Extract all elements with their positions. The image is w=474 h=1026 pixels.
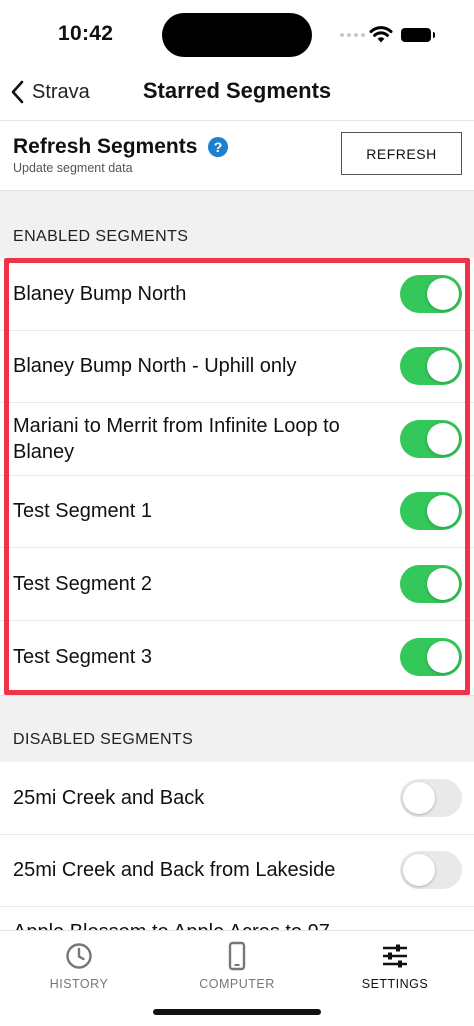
segment-toggle[interactable] xyxy=(400,492,462,531)
segment-toggle[interactable] xyxy=(400,778,462,817)
segment-label: Test Segment 2 xyxy=(13,572,152,595)
enabled-segments-header: ENABLED SEGMENTS xyxy=(13,228,189,245)
tab-settings[interactable]: SETTINGS xyxy=(316,939,474,999)
segment-label: 25mi Creek and Back xyxy=(13,786,205,809)
segment-label: Test Segment 1 xyxy=(13,500,152,523)
tab-history[interactable]: HISTORY xyxy=(0,939,158,999)
segment-toggle[interactable] xyxy=(400,274,462,313)
disabled-segments-list: 25mi Creek and Back 25mi Creek and Back … xyxy=(0,762,474,930)
segment-label: Mariani to Merrit from Infinite Loop to … xyxy=(13,414,340,463)
tab-computer[interactable]: COMPUTER xyxy=(158,939,316,999)
nav-bar: Starred Segments Strava xyxy=(0,72,474,112)
list-item: Test Segment 1 xyxy=(0,476,474,548)
segment-label: Test Segment 3 xyxy=(13,645,152,668)
list-item: Blaney Bump North - Uphill only xyxy=(0,331,474,403)
list-item: 25mi Creek and Back xyxy=(0,762,474,835)
segment-label: Blaney Bump North xyxy=(13,282,187,305)
back-button[interactable]: Strava xyxy=(10,76,90,108)
refresh-title: Refresh Segments xyxy=(13,135,198,158)
segment-label: Apple Blossom to Apple Acres to 97 xyxy=(0,919,380,930)
refresh-subtitle: Update segment data xyxy=(13,161,133,175)
tab-label: SETTINGS xyxy=(361,977,429,991)
clock-icon xyxy=(66,943,92,969)
back-label: Strava xyxy=(32,80,90,103)
help-icon[interactable]: ? xyxy=(208,137,228,157)
segment-toggle[interactable] xyxy=(400,347,462,386)
list-item: 25mi Creek and Back from Lakeside xyxy=(0,835,474,907)
enabled-section-band xyxy=(0,190,474,258)
disabled-section-band xyxy=(0,695,474,762)
segment-label: 25mi Creek and Back from Lakeside xyxy=(13,859,336,882)
sliders-icon xyxy=(383,944,407,968)
refresh-button[interactable]: REFRESH xyxy=(341,132,462,175)
tab-label: COMPUTER xyxy=(199,977,275,991)
status-time: 10:42 xyxy=(58,22,114,45)
list-item: Mariani to Merrit from Infinite Loop to … xyxy=(0,403,474,476)
chevron-left-icon xyxy=(11,80,24,104)
enabled-segments-list: Blaney Bump North Blaney Bump North - Up… xyxy=(0,258,474,695)
list-item: Test Segment 2 xyxy=(0,548,474,621)
segment-toggle[interactable] xyxy=(400,637,462,676)
list-item: Test Segment 3 xyxy=(0,621,474,694)
list-item: Blaney Bump North xyxy=(0,258,474,331)
segment-label: Blaney Bump North - Uphill only xyxy=(13,355,297,378)
status-bar: 10:42 xyxy=(0,0,474,72)
segment-toggle[interactable] xyxy=(400,419,462,458)
dynamic-island xyxy=(162,13,312,57)
tab-label: HISTORY xyxy=(49,977,109,991)
segment-toggle[interactable] xyxy=(400,564,462,603)
disabled-segments-header: DISABLED SEGMENTS xyxy=(13,731,194,748)
signal-icon xyxy=(340,33,365,37)
wifi-icon xyxy=(369,26,393,43)
phone-icon xyxy=(228,941,246,971)
battery-icon xyxy=(401,28,435,42)
segment-toggle[interactable] xyxy=(400,851,462,890)
list-item: Apple Blossom to Apple Acres to 97 xyxy=(0,907,474,930)
home-indicator xyxy=(153,1009,321,1015)
